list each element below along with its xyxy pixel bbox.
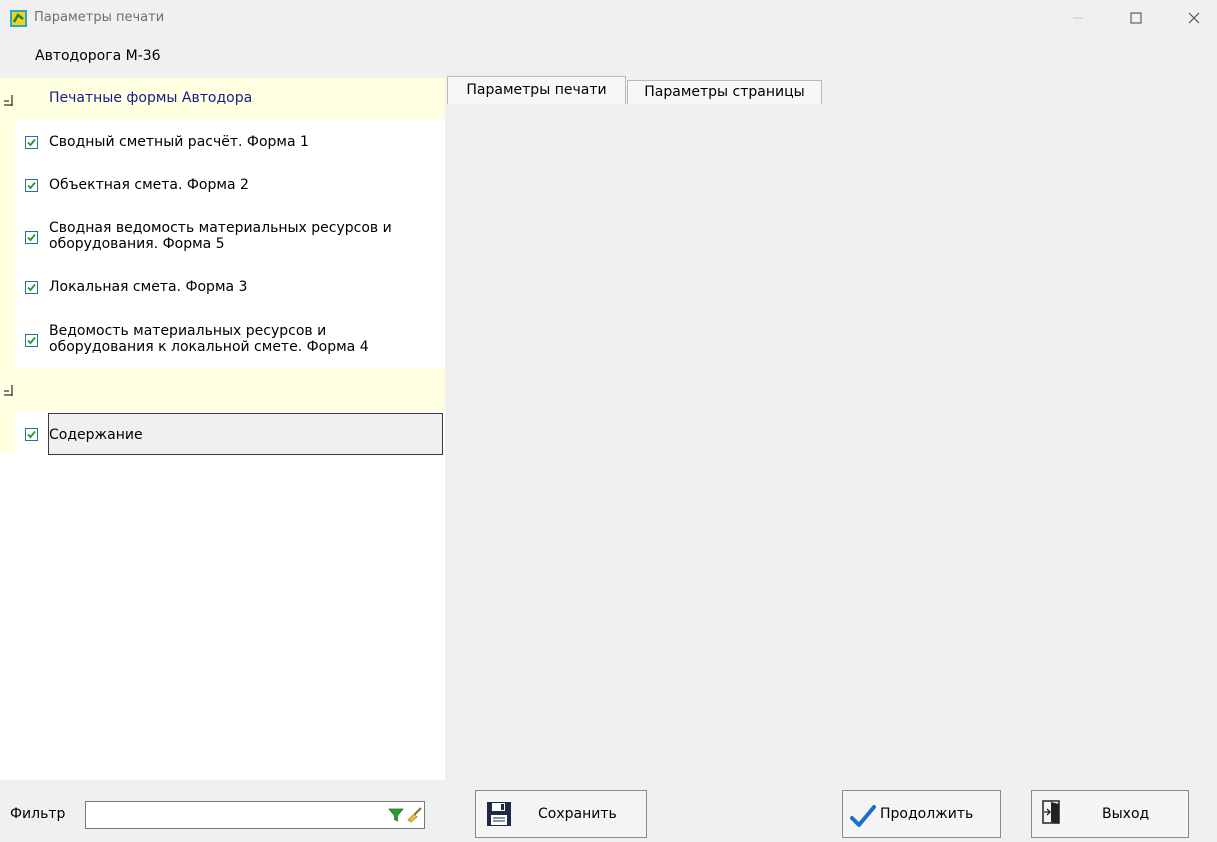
tree-indent-stripe [0,120,15,368]
filter-label: Фильтр [10,806,66,822]
save-button-label: Сохранить [538,806,617,822]
tree-item-label: Сводный сметный расчёт. Форма 1 [49,134,309,150]
tree-item-label: Сводная ведомость материальных ресурсов … [49,220,392,236]
app-icon [10,10,27,27]
form2-checkbox[interactable] [25,179,38,192]
save-button[interactable]: Сохранить [475,790,647,838]
filter-field[interactable] [85,801,425,829]
tree-item-form5[interactable]: Сводная ведомость материальных ресурсов … [15,218,445,258]
floppy-disk-icon [486,801,512,831]
exit-button[interactable]: Выход [1031,790,1189,838]
close-button[interactable] [1171,0,1217,36]
maximize-button[interactable] [1113,0,1159,36]
tree-item-form4[interactable]: Ведомость материальных ресурсов и оборуд… [15,321,445,361]
maximize-icon [1130,12,1142,24]
tree-group-2[interactable] [0,368,445,410]
tree-item-label-line2: оборудования. Форма 5 [49,236,225,252]
tree-item-label: Локальная смета. Форма 3 [49,279,248,295]
collapse-icon[interactable] [4,94,13,106]
tab-print-params[interactable]: Параметры печати [447,76,626,104]
tree-group-autodor[interactable]: Печатные формы Автодора [0,78,445,120]
tree-group-label: Печатные формы Автодора [49,90,253,106]
window-title: Параметры печати [34,10,165,25]
exit-button-label: Выход [1102,806,1150,822]
tree-item-label: Объектная смета. Форма 2 [49,177,249,193]
contents-checkbox[interactable] [25,428,38,441]
tree-item-form2[interactable]: Объектная смета. Форма 2 [15,173,445,197]
project-name: Автодорога М-36 [35,48,161,64]
tree-item-label: Содержание [49,427,143,443]
filter-input[interactable] [88,804,372,828]
continue-button[interactable]: Продолжить [842,790,1001,838]
tree-item-label-line2: оборудования к локальной смете. Форма 4 [49,339,369,355]
clear-filter-broom-icon[interactable] [405,806,423,824]
tree-item-label: Ведомость материальных ресурсов и [49,323,327,339]
minimize-icon [1073,17,1083,19]
filter-funnel-icon[interactable] [388,807,404,823]
form5-checkbox[interactable] [25,231,38,244]
tab-page-params[interactable]: Параметры страницы [627,80,822,104]
form3-checkbox[interactable] [25,281,38,294]
collapse-icon[interactable] [4,384,13,396]
checkmark-icon [850,803,876,833]
form4-checkbox[interactable] [25,334,38,347]
title-bar: Параметры печати [0,0,1217,38]
tree-indent-stripe [0,410,15,454]
continue-button-label: Продолжить [880,806,974,822]
tree-item-contents[interactable]: Содержание [15,423,445,447]
exit-door-icon [1042,800,1064,830]
tree-item-form1[interactable]: Сводный сметный расчёт. Форма 1 [15,130,445,154]
close-icon [1188,12,1200,24]
minimize-button[interactable] [1055,0,1101,36]
form1-checkbox[interactable] [25,136,38,149]
tree-item-form3[interactable]: Локальная смета. Форма 3 [15,275,445,299]
